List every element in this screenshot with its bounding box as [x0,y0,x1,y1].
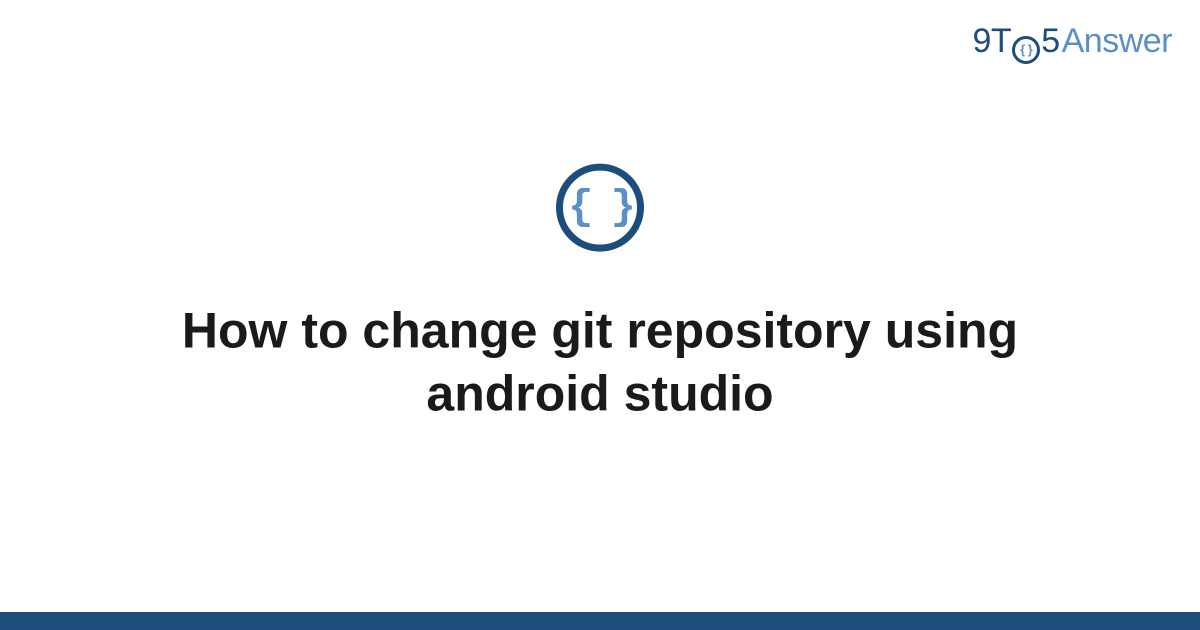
logo-text: 9T { } 5 Answer [973,22,1172,62]
logo-part-answer: Answer [1062,22,1172,61]
main-content: { } How to change git repository using a… [0,164,1200,425]
logo-o-ring: { } [1012,36,1040,64]
braces-glyph: { } [568,187,632,229]
logo-part-9t: 9T [973,22,1012,61]
logo-part-5: 5 [1041,22,1059,61]
page-title: How to change git repository using andro… [150,300,1050,425]
logo-o-icon: { } [1012,36,1040,64]
footer-accent-bar [0,612,1200,630]
code-braces-icon: { } [556,164,644,252]
logo-o-inner-braces: { } [1020,43,1032,56]
site-logo: 9T { } 5 Answer [973,22,1172,62]
